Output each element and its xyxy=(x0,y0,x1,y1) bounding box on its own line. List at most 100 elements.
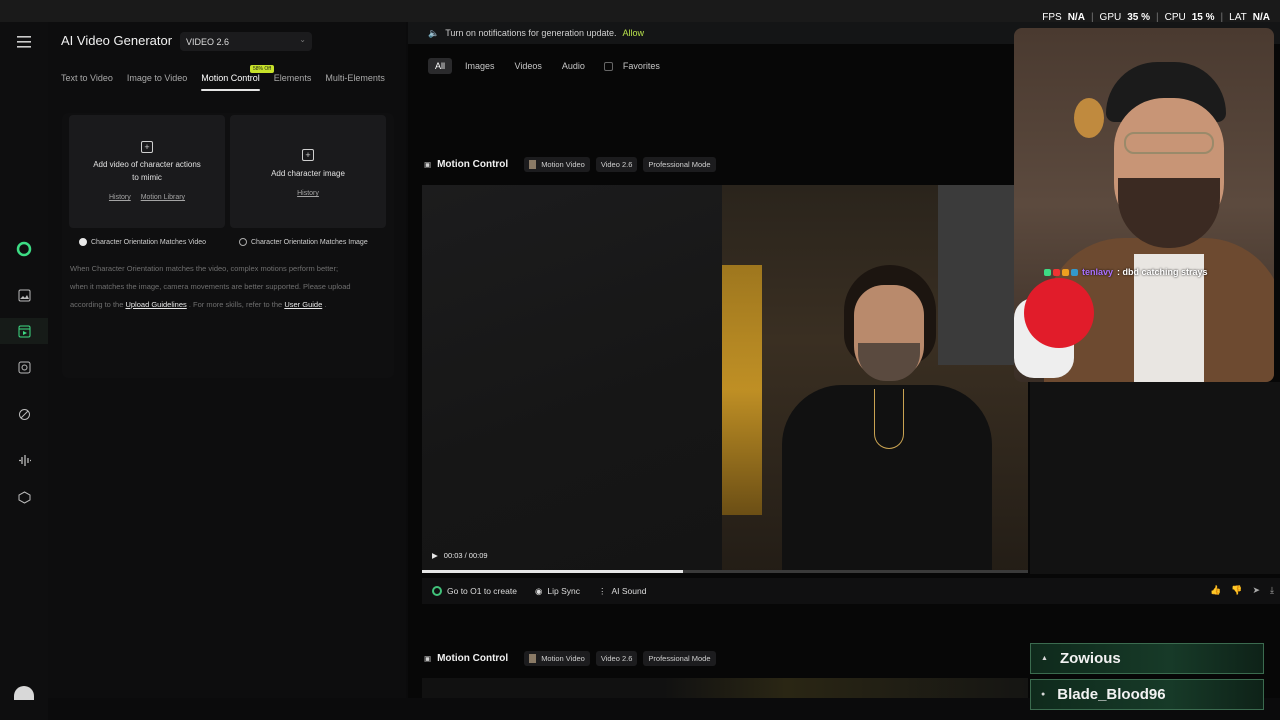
generation-title-2: Motion Control xyxy=(437,652,509,664)
ai-sound-button[interactable]: ⋮ AI Sound xyxy=(598,586,646,597)
generated-person xyxy=(782,265,992,573)
divider: | xyxy=(1220,12,1224,23)
history-link[interactable]: History xyxy=(109,194,131,201)
left-rail xyxy=(0,22,48,720)
video-progress[interactable] xyxy=(422,570,1028,573)
note-text-c: . xyxy=(324,300,327,309)
name-plate-text: Blade_Blood96 xyxy=(1057,686,1166,703)
filter-audio[interactable]: Audio xyxy=(555,58,592,74)
mode-pill-2: Professional Mode xyxy=(643,650,716,666)
add-image-icon: + xyxy=(302,149,314,161)
video-controls: ▶ 00:03 / 00:09 xyxy=(432,551,488,560)
add-image-text: Add character image xyxy=(271,169,345,178)
play-icon[interactable]: ▶ xyxy=(432,551,438,560)
microphone xyxy=(1024,278,1094,348)
ai-sound-label: AI Sound xyxy=(611,586,647,596)
filter-bar: All Images Videos Audio Favorites xyxy=(428,58,660,74)
allow-notifications-link[interactable]: Allow xyxy=(623,28,645,38)
video-player[interactable]: ▶ 00:03 / 00:09 xyxy=(422,185,1028,573)
version-select[interactable]: VIDEO 2.6 ⌄ xyxy=(180,32,312,51)
add-video-text-line2: to mimic xyxy=(132,173,162,182)
chat-message: tenlavy : dbd catching strays xyxy=(1044,267,1208,277)
mode-pill: Professional Mode xyxy=(643,156,716,172)
name-plate-text: Zowious xyxy=(1059,650,1121,667)
note-text-a: according to the xyxy=(70,300,124,309)
image-history-link[interactable]: History xyxy=(297,190,319,197)
generation-header-2: ▣ Motion Control Motion Video Video 2.6 … xyxy=(424,650,716,666)
lip-sync-label: Lip Sync xyxy=(547,586,580,596)
name-plate: ▲ Zowious xyxy=(1030,643,1264,674)
lat-value: N/A xyxy=(1252,12,1270,23)
tab-elements[interactable]: Elements xyxy=(274,73,312,83)
tab-text-to-video[interactable]: Text to Video xyxy=(61,73,113,83)
badge-icon xyxy=(1062,268,1069,276)
orientation-note: When Character Orientation matches the v… xyxy=(70,260,370,314)
thumbs-down-icon[interactable]: 👎 xyxy=(1231,585,1242,596)
filter-images[interactable]: Images xyxy=(458,58,502,74)
motion-library-link[interactable]: Motion Library xyxy=(141,194,185,201)
divider: | xyxy=(1090,12,1094,23)
note-text-b: . For more skills, refer to the xyxy=(188,300,283,309)
badge-icon xyxy=(1053,268,1060,276)
user-guide-link[interactable]: User Guide xyxy=(284,300,322,309)
speaker-icon: 🔈 xyxy=(428,27,440,38)
video-right-frame xyxy=(722,185,1028,573)
second-video-thumbnail[interactable] xyxy=(422,678,1028,698)
thumbs-up-icon[interactable]: 👍 xyxy=(1210,585,1221,596)
video-progress-fill xyxy=(422,570,683,573)
generator-panel: AI Video Generator VIDEO 2.6 ⌄ 58% Off T… xyxy=(48,22,406,698)
logo-icon[interactable] xyxy=(14,239,34,259)
badge-icon xyxy=(1071,268,1078,276)
filter-videos[interactable]: Videos xyxy=(508,58,549,74)
favorites-label: Favorites xyxy=(622,61,660,71)
tab-multi-elements[interactable]: Multi-Elements xyxy=(325,73,385,83)
model-pill: Video 2.6 xyxy=(595,156,638,172)
lip-sync-button[interactable]: ◉ Lip Sync xyxy=(535,586,580,597)
chevron-down-icon: ⌄ xyxy=(299,35,306,44)
app-title: AI Video Generator xyxy=(61,33,173,48)
radio-empty-icon xyxy=(239,238,247,246)
avatar[interactable] xyxy=(14,686,34,700)
chat-badges xyxy=(1044,268,1078,276)
filter-all[interactable]: All xyxy=(428,58,453,74)
mode-tabs: Text to Video Image to Video Motion Cont… xyxy=(61,73,399,91)
fps-value: N/A xyxy=(1067,12,1085,23)
cube-icon[interactable] xyxy=(14,487,34,507)
image-icon[interactable] xyxy=(14,285,34,305)
note-line1: When Character Orientation matches the v… xyxy=(70,264,339,273)
generation-header: ▣ Motion Control Motion Video Video 2.6 … xyxy=(424,156,716,172)
lat-label: LAT xyxy=(1229,12,1247,23)
cpu-label: CPU xyxy=(1164,12,1186,23)
tab-motion-control[interactable]: Motion Control xyxy=(201,73,260,91)
performance-stats: FPS N/A | GPU 35 % | CPU 15 % | LAT N/A xyxy=(1042,0,1270,35)
divider: | xyxy=(1156,12,1159,23)
chat-username: tenlavy xyxy=(1082,267,1114,277)
upload-guidelines-link[interactable]: Upload Guidelines xyxy=(125,300,186,309)
menu-icon[interactable] xyxy=(14,32,34,52)
motion-video-pill-2[interactable]: Motion Video xyxy=(524,650,590,666)
waveform-icon[interactable] xyxy=(14,450,34,470)
tab-image-to-video[interactable]: Image to Video xyxy=(127,73,187,83)
generation-title: Motion Control xyxy=(437,158,509,170)
cpu-value: 15 % xyxy=(1191,12,1215,23)
share-icon[interactable]: ➤ xyxy=(1252,585,1260,596)
model-pill-2: Video 2.6 xyxy=(595,650,638,666)
orientation-video-option[interactable]: Character Orientation Matches Video xyxy=(79,238,206,246)
orientation-image-option[interactable]: Character Orientation Matches Image xyxy=(239,238,368,246)
go-to-o1-button[interactable]: Go to O1 to create xyxy=(432,586,517,596)
action-bar: Go to O1 to create ◉ Lip Sync ⋮ AI Sound… xyxy=(422,578,1280,604)
download-icon[interactable]: ⤓ xyxy=(1270,585,1274,596)
favorites-checkbox[interactable] xyxy=(603,61,613,71)
add-video-card[interactable]: + Add video of character actions to mimi… xyxy=(69,115,225,228)
audio-icon[interactable] xyxy=(14,357,34,377)
brush-icon[interactable] xyxy=(14,404,34,424)
caret-icon: ▲ xyxy=(1041,655,1048,662)
add-image-card[interactable]: + Add character image History xyxy=(230,115,386,228)
motion-video-pill[interactable]: Motion Video xyxy=(524,156,590,172)
add-image-links: History xyxy=(230,190,386,197)
orientation-video-label: Character Orientation Matches Video xyxy=(91,238,207,246)
go-to-o1-label: Go to O1 to create xyxy=(447,586,517,596)
streamer-webcam xyxy=(1014,28,1274,382)
chat-text: : dbd catching strays xyxy=(1117,267,1208,277)
video-icon[interactable] xyxy=(14,321,34,341)
